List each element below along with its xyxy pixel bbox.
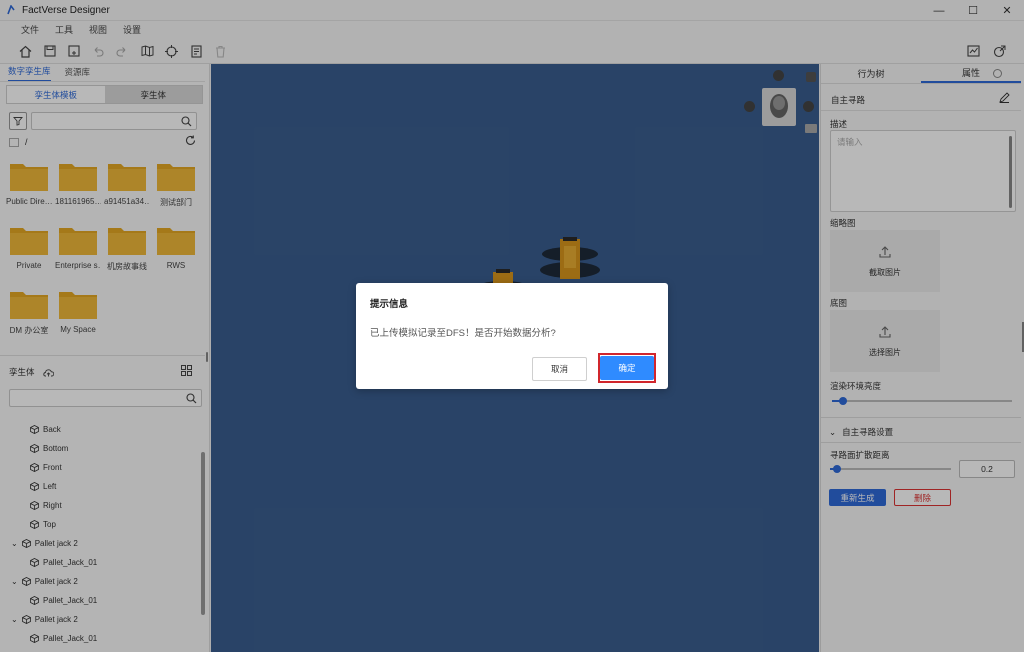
dialog-message: 已上传模拟记录至DFS！是否开始数据分析?	[370, 328, 556, 339]
confirm-dialog: 提示信息 已上传模拟记录至DFS！是否开始数据分析? 取消 确定	[356, 283, 668, 389]
cancel-button[interactable]: 取消	[532, 357, 587, 381]
dialog-title: 提示信息	[370, 299, 409, 310]
confirm-button[interactable]: 确定	[600, 356, 654, 380]
